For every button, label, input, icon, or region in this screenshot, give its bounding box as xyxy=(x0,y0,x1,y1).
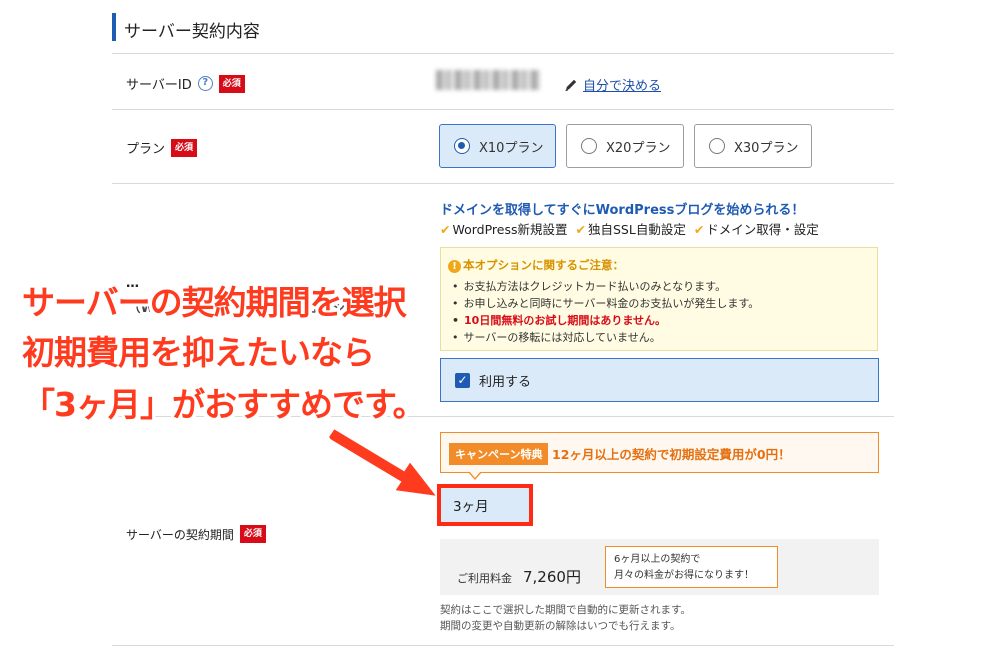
plan-option-x30[interactable]: X30プラン xyxy=(694,124,812,168)
radio-icon xyxy=(454,138,470,154)
period-label: サーバーの契約期間 xyxy=(126,527,234,542)
custom-id-link[interactable]: 自分で決める xyxy=(583,75,661,94)
renewal-footnote: 契約はここで選択した期間で自動的に更新されます。 期間の変更や自動更新の解除はい… xyxy=(440,602,691,634)
plan-option-label: X10プラン xyxy=(479,140,544,156)
use-option-checkbox[interactable]: ✓ 利用する xyxy=(440,358,879,402)
campaign-text: 12ヶ月以上の契約で初期設定費用が0円！ xyxy=(552,447,791,462)
server-id-value-blurred xyxy=(436,70,540,90)
section-title: サーバー契約内容 xyxy=(124,22,260,42)
notice-item: お申し込みと同時にサーバー料金のお支払いが発生します。 xyxy=(452,295,760,311)
plan-option-x10[interactable]: X10プラン xyxy=(439,124,556,168)
divider xyxy=(112,53,894,54)
annotation-line-3: 「3ヶ月」がおすすめです。 xyxy=(22,385,426,424)
help-icon[interactable]: ? xyxy=(197,76,213,91)
divider xyxy=(112,645,894,646)
campaign-tail-inner xyxy=(469,471,481,478)
required-badge: 必須 xyxy=(171,138,198,157)
plan-option-label: X20プラン xyxy=(606,140,671,156)
annotation-line-1: サーバーの契約期間を選択 xyxy=(22,283,407,322)
radio-icon xyxy=(709,138,725,154)
notice-title: ! 本オプションに関するご注意： xyxy=(448,257,624,273)
feature-item: WordPress新規設置 xyxy=(452,222,568,237)
price-note-line-1: 6ヶ月以上の契約で xyxy=(614,554,701,565)
check-icon: ✔ xyxy=(575,222,586,237)
plan-option-label: X30プラン xyxy=(734,140,799,156)
period-label-group: サーバーの契約期間 必須 xyxy=(126,525,266,543)
notice-title-text: 本オプションに関するご注意： xyxy=(463,258,624,272)
warning-icon: ! xyxy=(448,260,461,273)
required-badge: 必須 xyxy=(218,74,245,93)
feature-item: ドメイン取得・設定 xyxy=(706,222,819,237)
period-select[interactable]: 3ヶ月 xyxy=(437,484,533,526)
footnote-line-1: 契約はここで選択した期間で自動的に更新されます。 xyxy=(440,604,691,616)
annotation-arrow-icon xyxy=(326,426,441,499)
radio-icon xyxy=(581,138,597,154)
server-id-label-group: サーバーID ? 必須 xyxy=(126,74,245,93)
pencil-icon xyxy=(565,79,577,91)
check-icon: ✔ xyxy=(440,222,451,237)
price-label: ご利用料金 xyxy=(457,572,512,585)
price-note-line-2: 月々の料金がお得になります！ xyxy=(614,570,754,581)
plan-label-group: プラン 必須 xyxy=(126,138,198,157)
notice-item-warning: 10日間無料のお試し期間はありません。 xyxy=(452,312,666,328)
plan-option-x20[interactable]: X20プラン xyxy=(566,124,684,168)
footnote-line-2: 期間の変更や自動更新の解除はいつでも行えます。 xyxy=(440,620,681,632)
price-note: 6ヶ月以上の契約で 月々の料金がお得になります！ xyxy=(605,546,778,588)
custom-id-link-group[interactable]: 自分で決める xyxy=(564,75,661,94)
divider xyxy=(112,109,894,110)
divider xyxy=(112,183,894,184)
notice-item: サーバーの移転には対応していません。 xyxy=(452,329,661,345)
check-icon: ✔ xyxy=(693,222,705,237)
feature-item: 独自SSL自動設定 xyxy=(587,222,686,237)
use-option-label: 利用する xyxy=(479,374,532,390)
annotation-line-2: 初期費用を抑えたいなら xyxy=(22,333,375,372)
section-accent-bar xyxy=(112,13,116,41)
required-badge: 必須 xyxy=(239,525,266,543)
wordpress-features: ✔ WordPress新規設置 ✔ 独自SSL自動設定 ✔ ドメイン取得・設定 xyxy=(440,219,819,238)
wordpress-headline: ドメインを取得してすぐにWordPressブログを始められる！ xyxy=(440,203,805,218)
period-select-value: 3ヶ月 xyxy=(453,499,489,515)
checkbox-checked-icon: ✓ xyxy=(455,372,470,388)
campaign-tag: キャンペーン特典 xyxy=(449,443,549,465)
price-value: 7,260円 xyxy=(523,568,581,586)
plan-label: プラン xyxy=(126,142,166,157)
notice-item: お支払方法はクレジットカード払いのみとなります。 xyxy=(452,278,727,294)
server-id-label: サーバーID xyxy=(126,78,192,93)
